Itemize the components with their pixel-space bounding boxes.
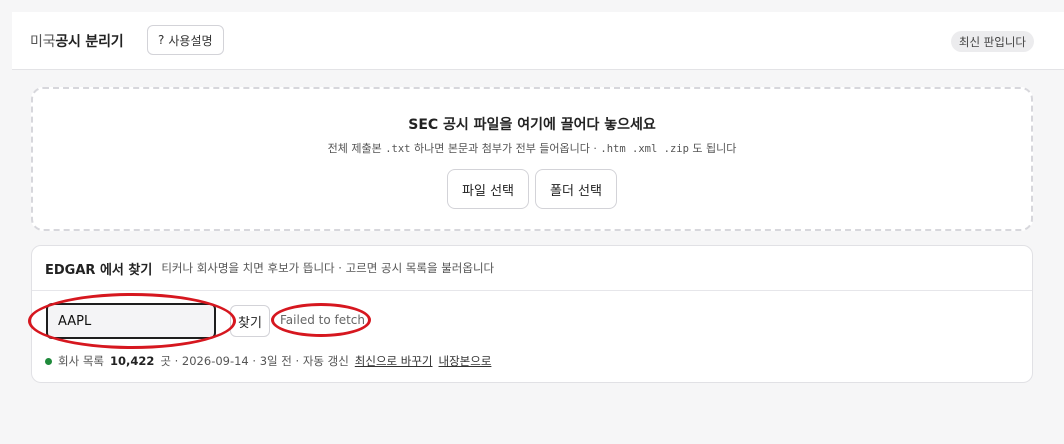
app-header: 미국공시 분리기 ? 사용설명 최신 판입니다 <box>12 12 1064 70</box>
find-button[interactable]: 찾기 <box>230 305 270 337</box>
dropzone-sub-middle: 하나면 본문과 첨부가 전부 들어옵니다 · <box>414 142 597 155</box>
dropzone-ext-others: .htm .xml .zip <box>600 143 689 155</box>
refresh-latest-link[interactable]: 최신으로 바꾸기 <box>355 353 433 369</box>
dropzone-ext-txt: .txt <box>385 143 411 155</box>
edgar-panel-hint: 티커나 회사명을 치면 후보가 뜹니다 · 고르면 공시 목록을 불러옵니다 <box>161 261 495 275</box>
file-dropzone[interactable]: SEC 공시 파일을 여기에 끌어다 놓으세요 전체 제출본 .txt 하나면 … <box>31 87 1033 231</box>
dropzone-title: SEC 공시 파일을 여기에 끌어다 놓으세요 <box>408 117 656 133</box>
company-list-label: 회사 목록 <box>58 354 104 368</box>
dropzone-sub-prefix: 전체 제출본 <box>327 142 382 155</box>
help-button-label: 사용설명 <box>168 33 213 48</box>
app-title: 미국공시 분리기 <box>30 31 124 51</box>
select-file-button[interactable]: 파일 선택 <box>447 169 529 209</box>
edgar-search-panel: EDGAR 에서 찾기 티커나 회사명을 치면 후보가 뜹니다 · 고르면 공시… <box>31 245 1033 383</box>
company-list-meta: 곳 · 2026-09-14 · 3일 전 · 자동 갱신 <box>160 354 349 368</box>
dropzone-buttons: 파일 선택 폴더 선택 <box>33 169 1031 209</box>
help-button[interactable]: ? 사용설명 <box>147 25 224 55</box>
company-list-status: 회사 목록 10,422 곳 · 2026-09-14 · 3일 전 · 자동 … <box>45 353 491 369</box>
version-badge: 최신 판입니다 <box>950 31 1034 52</box>
dropzone-subtitle: 전체 제출본 .txt 하나면 본문과 첨부가 전부 들어옵니다 · .htm … <box>33 140 1031 156</box>
edgar-panel-header: EDGAR 에서 찾기 티커나 회사명을 치면 후보가 뜹니다 · 고르면 공시… <box>32 246 1032 291</box>
question-icon: ? <box>158 33 165 47</box>
ticker-search-input[interactable] <box>46 303 216 339</box>
fetch-error-message: Failed to fetch <box>280 313 366 327</box>
company-count: 10,422 <box>109 354 155 368</box>
select-folder-button[interactable]: 폴더 선택 <box>535 169 617 209</box>
app-title-main: 공시 분리기 <box>55 34 124 50</box>
edgar-panel-title: EDGAR 에서 찾기 <box>45 262 153 278</box>
dropzone-sub-suffix: 도 됩니다 <box>692 142 737 155</box>
use-builtin-link[interactable]: 내장본으로 <box>439 353 492 369</box>
status-dot-icon <box>45 357 52 365</box>
app-title-prefix: 미국 <box>30 34 56 50</box>
